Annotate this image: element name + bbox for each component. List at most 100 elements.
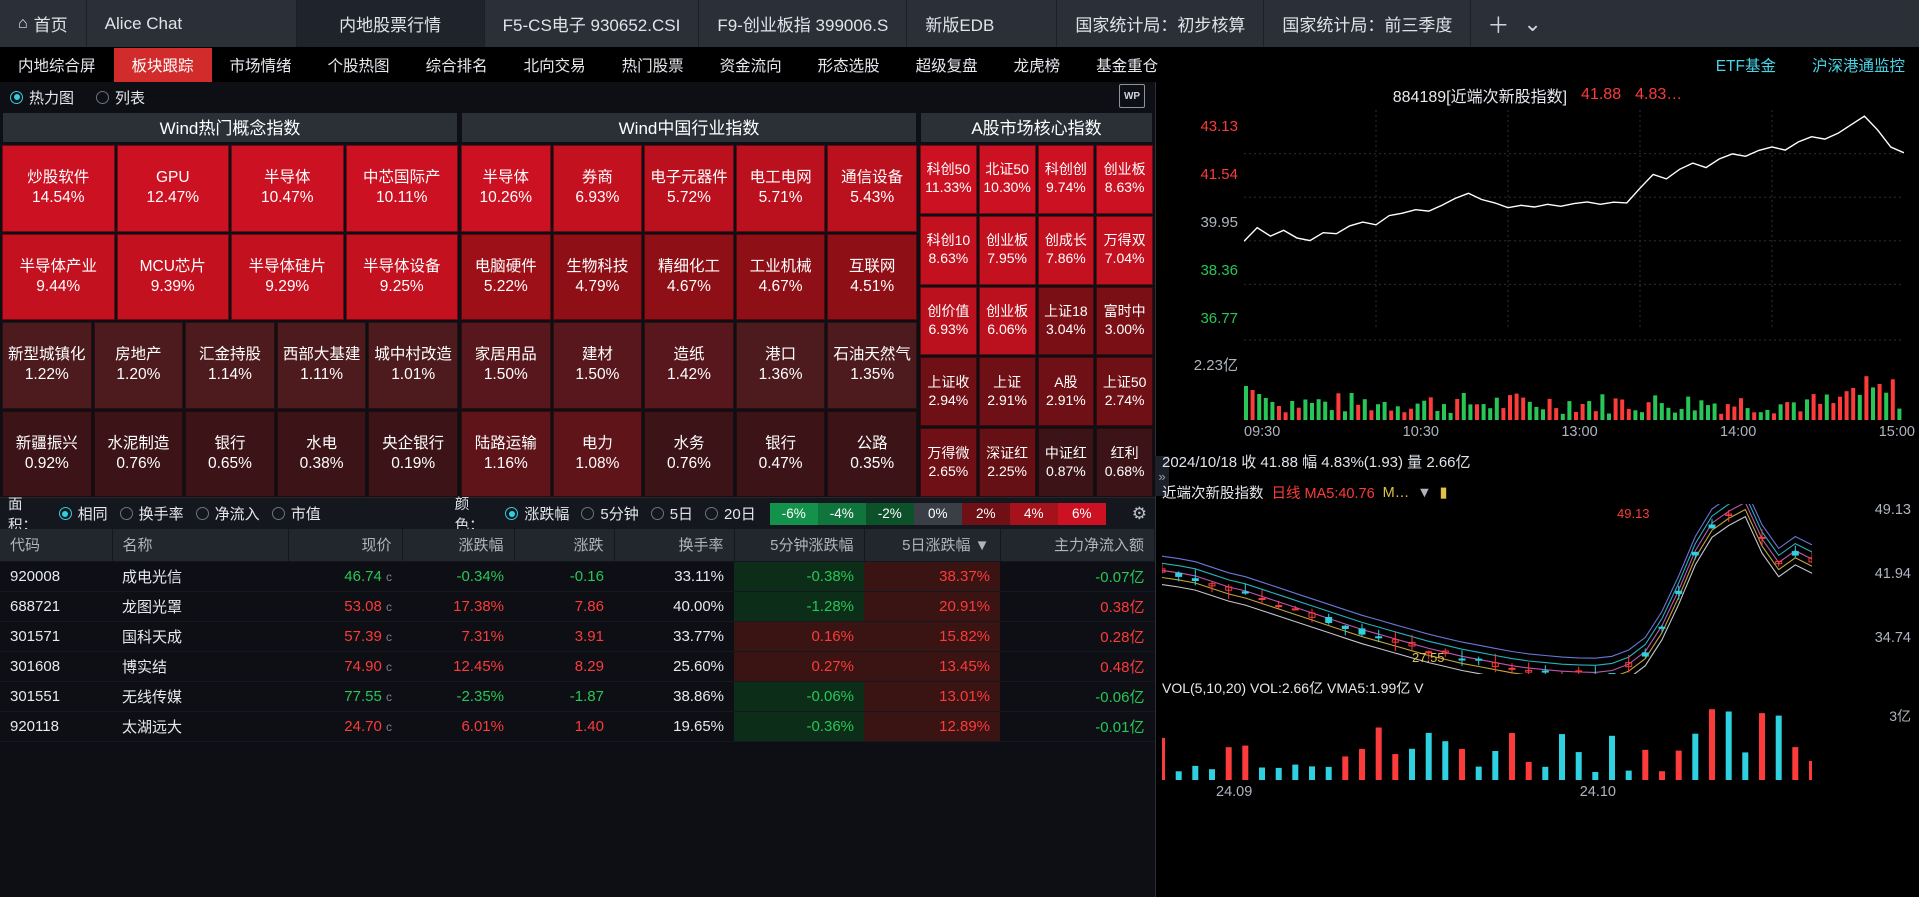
treemap-cell[interactable]: 科创108.63% bbox=[920, 216, 977, 285]
col-name[interactable]: 名称 bbox=[112, 529, 288, 561]
color-option-0[interactable]: 涨跌幅 bbox=[505, 503, 569, 524]
nav-item-hot-stocks[interactable]: 热门股票 bbox=[604, 48, 702, 82]
table-row[interactable]: 301551无线传媒77.55 c-2.35%-1.8738.86%-0.06%… bbox=[0, 681, 1155, 711]
window-tab-home[interactable]: ⌂ 首页 bbox=[0, 0, 87, 47]
nav-item-stock-connect[interactable]: 沪深港通监控 bbox=[1794, 48, 1919, 82]
treemap-cell[interactable]: 西部大基建1.11% bbox=[277, 322, 367, 409]
treemap-cell[interactable]: 万得微2.65% bbox=[920, 428, 977, 497]
col-change-pct[interactable]: 涨跌幅 bbox=[402, 529, 514, 561]
treemap-cell[interactable]: 科创创9.74% bbox=[1038, 145, 1095, 214]
treemap-cell[interactable]: 电脑硬件5.22% bbox=[461, 234, 551, 321]
treemap-cell[interactable]: 半导体设备9.25% bbox=[346, 234, 459, 321]
radio-icon[interactable] bbox=[705, 507, 718, 520]
treemap-cell[interactable]: 陆路运输1.16% bbox=[461, 411, 551, 498]
area-option-0[interactable]: 相同 bbox=[59, 503, 108, 524]
nav-item-super-review[interactable]: 超级复盘 bbox=[898, 48, 996, 82]
treemap-cell[interactable]: 石油天然气1.35% bbox=[827, 322, 917, 409]
nav-item-fund-flow[interactable]: 资金流向 bbox=[702, 48, 800, 82]
treemap-cell[interactable]: 上证收2.94% bbox=[920, 357, 977, 426]
treemap-cell[interactable]: 家居用品1.50% bbox=[461, 322, 551, 409]
treemap-cell[interactable]: 创业板8.63% bbox=[1096, 145, 1153, 214]
treemap-cell[interactable]: 富时中3.00% bbox=[1096, 287, 1153, 356]
treemap-cell[interactable]: 房地产1.20% bbox=[94, 322, 184, 409]
col-code[interactable]: 代码 bbox=[0, 529, 112, 561]
tab-add-controls[interactable]: ＋ ⌄ bbox=[1471, 0, 1557, 47]
treemap-cell[interactable]: 半导体10.47% bbox=[231, 145, 344, 232]
col-change[interactable]: 涨跌 bbox=[514, 529, 614, 561]
treemap-cell[interactable]: 半导体10.26% bbox=[461, 145, 551, 232]
lock-icon[interactable]: ▮ bbox=[1440, 485, 1448, 501]
treemap-cell[interactable]: 北证5010.30% bbox=[979, 145, 1036, 214]
radio-icon[interactable] bbox=[651, 507, 664, 520]
legend-swatch[interactable]: 2% bbox=[962, 503, 1010, 525]
treemap-cell[interactable]: 央企银行0.19% bbox=[368, 411, 458, 498]
area-option-3[interactable]: 市值 bbox=[272, 503, 321, 524]
treemap-cell[interactable]: 炒股软件14.54% bbox=[2, 145, 115, 232]
treemap-cell[interactable]: 新型城镇化1.22% bbox=[2, 322, 92, 409]
legend-swatch[interactable]: -4% bbox=[818, 503, 866, 525]
radio-icon[interactable] bbox=[505, 507, 518, 520]
treemap-cell[interactable]: GPU12.47% bbox=[117, 145, 230, 232]
treemap-cell[interactable]: 创成长7.86% bbox=[1038, 216, 1095, 285]
treemap-cell[interactable]: 创业板7.95% bbox=[979, 216, 1036, 285]
treemap-cell[interactable]: 互联网4.51% bbox=[827, 234, 917, 321]
color-option-3[interactable]: 20日 bbox=[705, 503, 756, 524]
legend-swatch[interactable]: 0% bbox=[914, 503, 962, 525]
treemap-cell[interactable]: A股2.91% bbox=[1038, 357, 1095, 426]
treemap-cell[interactable]: 创业板6.06% bbox=[979, 287, 1036, 356]
nav-item-market-sentiment[interactable]: 市场情绪 bbox=[212, 48, 310, 82]
treemap-cell[interactable]: 建材1.50% bbox=[553, 322, 643, 409]
table-row[interactable]: 301571国科天成57.39 c7.31%3.9133.77%0.16%15.… bbox=[0, 621, 1155, 651]
chevron-down-icon[interactable]: ⌄ bbox=[1523, 11, 1541, 37]
col-price[interactable]: 现价 bbox=[288, 529, 402, 561]
treemap-cell[interactable]: 上证2.91% bbox=[979, 357, 1036, 426]
treemap-cell[interactable]: 半导体产业9.44% bbox=[2, 234, 115, 321]
treemap-cell[interactable]: 造纸1.42% bbox=[644, 322, 734, 409]
treemap-cell[interactable]: 红利0.68% bbox=[1096, 428, 1153, 497]
radio-icon[interactable] bbox=[581, 507, 594, 520]
daily-kline-chart[interactable]: 近端次新股指数 日线 MA5:40.76 M… ▼ ▮ 49.1341.9434… bbox=[1156, 480, 1919, 810]
wp-monitor-icon[interactable]: WP bbox=[1119, 84, 1145, 108]
treemap-cell[interactable]: 生物科技4.79% bbox=[553, 234, 643, 321]
treemap-cell[interactable]: 汇金持股1.14% bbox=[185, 322, 275, 409]
nav-item-northbound[interactable]: 北向交易 bbox=[506, 48, 604, 82]
area-option-2[interactable]: 净流入 bbox=[196, 503, 260, 524]
treemap-cell[interactable]: MCU芯片9.39% bbox=[117, 234, 230, 321]
treemap-cell[interactable]: 公路0.35% bbox=[827, 411, 917, 498]
col-turnover[interactable]: 换手率 bbox=[614, 529, 734, 561]
window-tab-alice-chat[interactable]: Alice Chat bbox=[87, 0, 297, 47]
radio-icon[interactable] bbox=[120, 507, 133, 520]
radio-icon[interactable] bbox=[196, 507, 209, 520]
treemap-cell[interactable]: 中证红0.87% bbox=[1038, 428, 1095, 497]
area-option-1[interactable]: 换手率 bbox=[120, 503, 184, 524]
col-5min-change[interactable]: 5分钟涨跌幅 bbox=[734, 529, 864, 561]
color-option-2[interactable]: 5日 bbox=[651, 503, 693, 524]
legend-swatch[interactable]: -6% bbox=[770, 503, 818, 525]
nav-item-sector-tracking[interactable]: 板块跟踪 bbox=[114, 48, 212, 82]
col-5day-change[interactable]: 5日涨跌幅 ▼ bbox=[864, 529, 1000, 561]
treemap-cell[interactable]: 上证502.74% bbox=[1096, 357, 1153, 426]
treemap-cell[interactable]: 港口1.36% bbox=[736, 322, 826, 409]
treemap-cell[interactable]: 通信设备5.43% bbox=[827, 145, 917, 232]
radio-icon[interactable] bbox=[96, 91, 109, 104]
treemap-cell[interactable]: 水电0.38% bbox=[277, 411, 367, 498]
window-tab-f5-cs[interactable]: F5-CS电子 930652.CSI bbox=[485, 0, 700, 47]
treemap-cell[interactable]: 水务0.76% bbox=[644, 411, 734, 498]
table-row[interactable]: 688721龙图光罩53.08 c17.38%7.8640.00%-1.28%2… bbox=[0, 591, 1155, 621]
view-mode-heatmap[interactable]: 热力图 bbox=[10, 87, 74, 108]
radio-icon[interactable] bbox=[272, 507, 285, 520]
chevron-down-icon[interactable]: ▼ bbox=[1417, 485, 1431, 501]
treemap-cell[interactable]: 中芯国际产10.11% bbox=[346, 145, 459, 232]
nav-item-ranking[interactable]: 综合排名 bbox=[408, 48, 506, 82]
gear-icon[interactable]: ⚙ bbox=[1132, 504, 1147, 524]
treemap-cell[interactable]: 银行0.65% bbox=[185, 411, 275, 498]
window-tab-edb[interactable]: 新版EDB bbox=[907, 0, 1057, 47]
treemap-cell[interactable]: 券商6.93% bbox=[553, 145, 643, 232]
window-tab-f9-chinext[interactable]: F9-创业板指 399006.S bbox=[699, 0, 907, 47]
treemap-cell[interactable]: 新疆振兴0.92% bbox=[2, 411, 92, 498]
treemap-cell[interactable]: 上证183.04% bbox=[1038, 287, 1095, 356]
treemap-cell[interactable]: 电力1.08% bbox=[553, 411, 643, 498]
treemap-cell[interactable]: 工业机械4.67% bbox=[736, 234, 826, 321]
treemap-cell[interactable]: 城中村改造1.01% bbox=[368, 322, 458, 409]
table-row[interactable]: 301608博实结74.90 c12.45%8.2925.60%0.27%13.… bbox=[0, 651, 1155, 681]
